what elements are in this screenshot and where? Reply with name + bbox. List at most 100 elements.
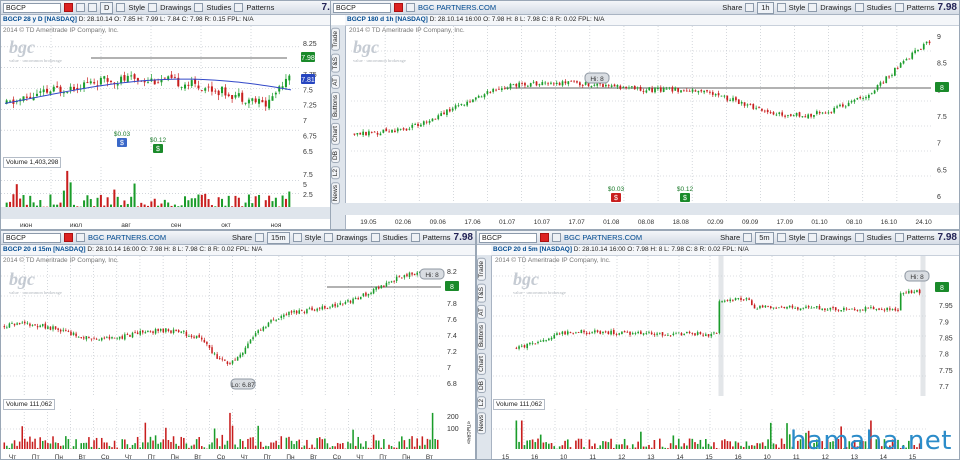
candle-body: [247, 99, 250, 104]
y-tick-label: 6.5: [937, 167, 947, 174]
candle-body: [298, 310, 300, 314]
volume-bar: [602, 441, 604, 449]
candle-body: [56, 86, 59, 88]
candle-body: [495, 89, 497, 91]
volume-bar: [316, 438, 318, 449]
x-tick-label: 17.09: [777, 219, 794, 226]
candle-body: [509, 83, 512, 89]
volume-bar: [32, 202, 35, 207]
candle-body: [52, 326, 54, 330]
volume-bar: [160, 203, 163, 207]
candle-body: [723, 95, 726, 97]
candle-body: [859, 309, 861, 311]
x-tick-label: Вт: [78, 454, 85, 460]
candle-body: [342, 303, 344, 305]
volume-bar: [227, 195, 230, 207]
volume-bar: [62, 190, 65, 207]
candle-body: [917, 49, 919, 51]
candle-body: [59, 86, 62, 93]
x-tick-label: Вт: [194, 454, 201, 460]
volume-bar: [375, 440, 377, 449]
volume-bar: [153, 198, 156, 207]
volume-bar: [198, 437, 200, 449]
volume-bar: [290, 440, 293, 449]
volume-bar: [52, 436, 54, 449]
candle-body: [227, 94, 230, 97]
candle-body: [802, 307, 805, 309]
candle-body: [35, 93, 38, 96]
volume-bar: [288, 436, 290, 449]
candle-body: [680, 90, 682, 93]
candle-body: [880, 309, 883, 311]
volume-bar: [39, 437, 41, 449]
x-tick-label: 10: [560, 454, 568, 460]
volume-bar: [360, 443, 362, 449]
volume-bar: [106, 197, 109, 207]
candle-body: [569, 332, 572, 334]
candle-body: [615, 334, 618, 335]
volume-bar: [8, 447, 11, 449]
volume-bar: [190, 198, 193, 207]
volume-bar: [6, 445, 8, 449]
candle-body: [613, 84, 616, 87]
volume-bar: [133, 183, 136, 207]
volume-bar: [640, 431, 642, 449]
candle-body: [619, 85, 622, 89]
candle-body: [72, 86, 75, 90]
volume-bar: [653, 439, 656, 449]
candle-body: [367, 293, 370, 296]
candle-body: [518, 346, 520, 349]
candle-body: [197, 85, 200, 89]
candle-body: [642, 91, 645, 93]
ma-badge: 7.81: [301, 77, 315, 84]
candle-body: [659, 87, 662, 92]
candle-body: [564, 331, 566, 335]
candle-body: [483, 94, 486, 98]
candle-body: [797, 307, 799, 310]
price-chart[interactable]: 8.2587.757.57.2576.756.57.987.81$0.03$$0…: [1, 1, 344, 230]
volume-bar: [699, 439, 702, 449]
candle-body: [454, 105, 457, 109]
volume-bar: [347, 441, 349, 449]
volume-bar: [154, 435, 157, 449]
volume-bar: [324, 438, 326, 449]
candle-body: [379, 133, 382, 136]
volume-bar: [185, 443, 188, 449]
candle-body: [792, 115, 795, 116]
volume-label: Volume 111,062: [3, 399, 56, 410]
price-badge: 8: [940, 85, 944, 92]
candle-body: [829, 307, 832, 310]
candle-body: [788, 305, 791, 308]
candle-body: [623, 331, 626, 333]
candle-body: [834, 307, 837, 311]
volume-bar: [47, 443, 49, 449]
volume-bar: [274, 197, 277, 207]
candle-body: [813, 115, 815, 117]
volume-bar: [352, 429, 354, 449]
candle-body: [657, 87, 659, 89]
price-chart[interactable]: Hi: 898.587.576.568$0.03$$0.12$19.0502.0…: [331, 1, 960, 230]
candle-body: [853, 99, 856, 102]
volume-title: Volume: [496, 401, 518, 408]
candle-body: [548, 338, 550, 341]
candle-body: [761, 108, 763, 111]
x-tick-label: Чт: [356, 454, 363, 460]
candle-body: [653, 334, 656, 336]
candle-body: [211, 347, 213, 354]
volume-bar: [83, 200, 86, 207]
price-chart[interactable]: Hi: 8Lo: 6.878.287.87.67.47.276.88200100…: [1, 231, 476, 460]
candle-body: [39, 325, 41, 328]
candle-body: [896, 67, 899, 69]
candle-body: [39, 91, 42, 93]
candle-body: [360, 296, 362, 300]
volume-bar: [108, 445, 111, 449]
volume-bar: [21, 426, 24, 449]
candle-body: [144, 332, 147, 334]
candle-body: [781, 112, 784, 116]
candle-body: [856, 310, 859, 311]
candle-body: [100, 337, 103, 341]
candle-body: [460, 103, 463, 105]
candle-body: [398, 276, 401, 278]
y-tick-label: 7: [447, 365, 451, 372]
dividend-icon-label: $0.03: [114, 131, 131, 138]
